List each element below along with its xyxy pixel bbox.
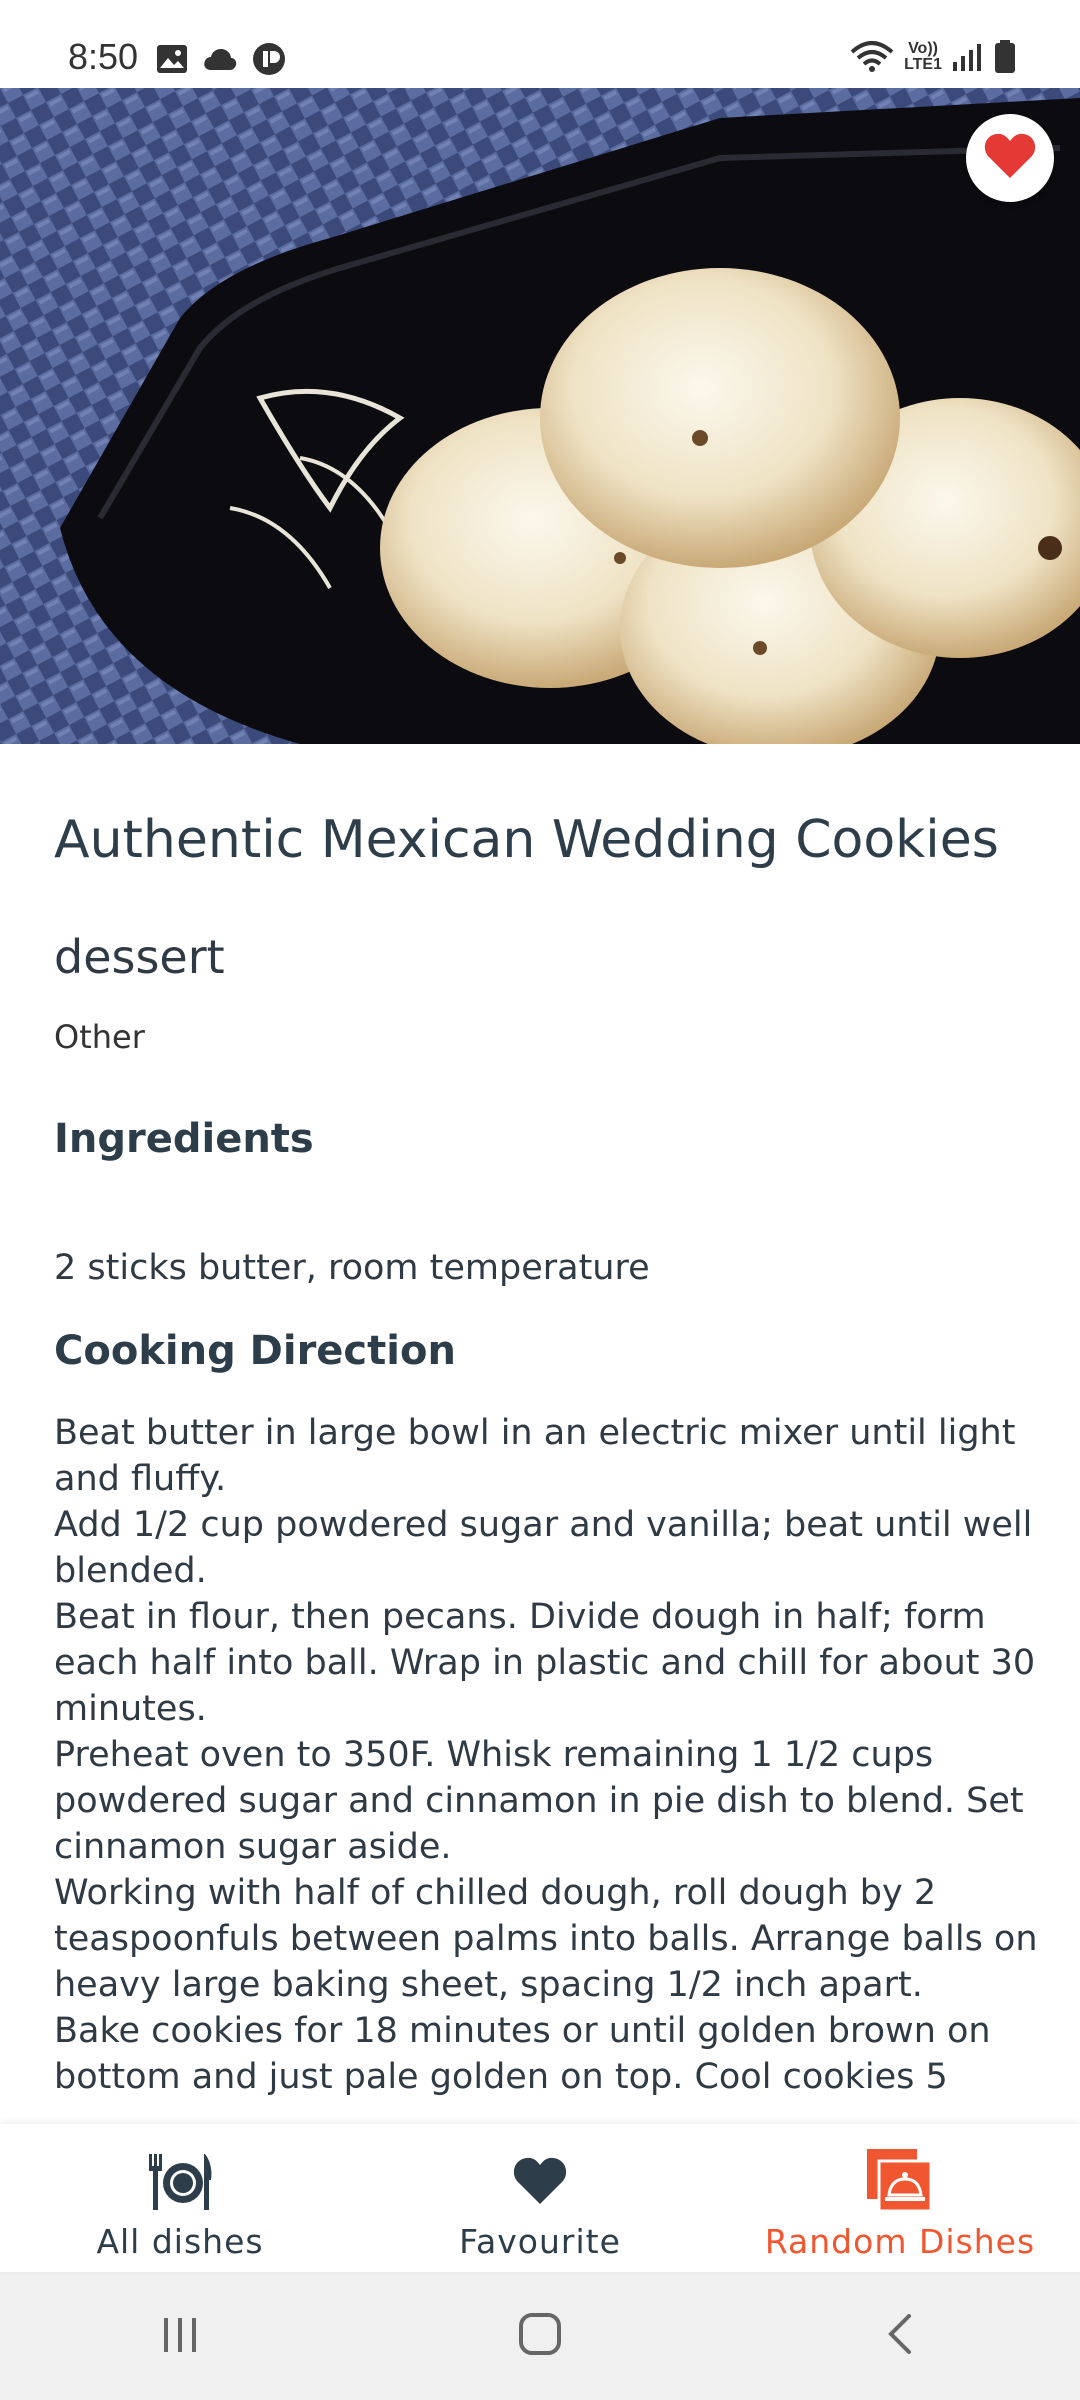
ingredients-heading: Ingredients	[54, 1116, 314, 1162]
nav-favourite[interactable]: Favourite	[360, 2124, 720, 2272]
recipe-detail-screen: 8:50 Vo)) LTE1 Authentic Mexican Wedding…	[0, 0, 1080, 2400]
recent-apps-button[interactable]	[120, 2296, 240, 2376]
home-icon	[518, 2312, 562, 2360]
dish-type: dessert	[54, 930, 225, 984]
cloud-icon	[202, 46, 238, 72]
nav-random-dishes-label: Random Dishes	[764, 2222, 1036, 2261]
nav-favourite-label: Favourite	[459, 2222, 621, 2261]
gallery-icon	[156, 44, 188, 74]
status-system-icons: Vo)) LTE1	[850, 40, 1016, 74]
dish-category: Other	[54, 1018, 145, 1056]
status-notification-icons	[156, 42, 286, 76]
heart-icon	[512, 2148, 568, 2214]
lte-indicator: Vo)) LTE1	[904, 40, 942, 73]
cooking-direction-text: Beat butter in large bowl in an electric…	[54, 1413, 1038, 2097]
battery-icon	[994, 40, 1016, 74]
cooking-direction-heading: Cooking Direction	[54, 1328, 456, 1374]
app-status-icon	[252, 42, 286, 76]
heart-icon	[983, 132, 1037, 184]
random-dish-icon	[867, 2148, 933, 2214]
dish-title: Authentic Mexican Wedding Cookies	[54, 810, 999, 870]
status-bar: 8:50 Vo)) LTE1	[0, 0, 1080, 88]
nav-all-dishes[interactable]: All dishes	[0, 2124, 360, 2272]
status-time: 8:50	[68, 36, 139, 77]
home-button[interactable]	[480, 2296, 600, 2376]
nav-random-dishes[interactable]: Random Dishes	[720, 2124, 1080, 2272]
back-icon	[885, 2312, 915, 2360]
wifi-icon	[850, 40, 894, 74]
dish-image	[0, 88, 1080, 744]
signal-icon	[952, 42, 984, 72]
plate-cutlery-icon	[147, 2148, 213, 2214]
favourite-toggle-button[interactable]	[966, 114, 1054, 202]
recent-apps-icon	[160, 2314, 200, 2358]
ingredients-text: 2 sticks butter, room temperature	[54, 1248, 650, 1288]
back-button[interactable]	[840, 2296, 960, 2376]
nav-all-dishes-label: All dishes	[96, 2222, 264, 2261]
system-navigation-bar	[0, 2272, 1080, 2400]
recipe-content: Authentic Mexican Wedding Cookies desser…	[54, 744, 1044, 2124]
bottom-navigation: All dishes Favourite Random Dishes	[0, 2124, 1080, 2272]
